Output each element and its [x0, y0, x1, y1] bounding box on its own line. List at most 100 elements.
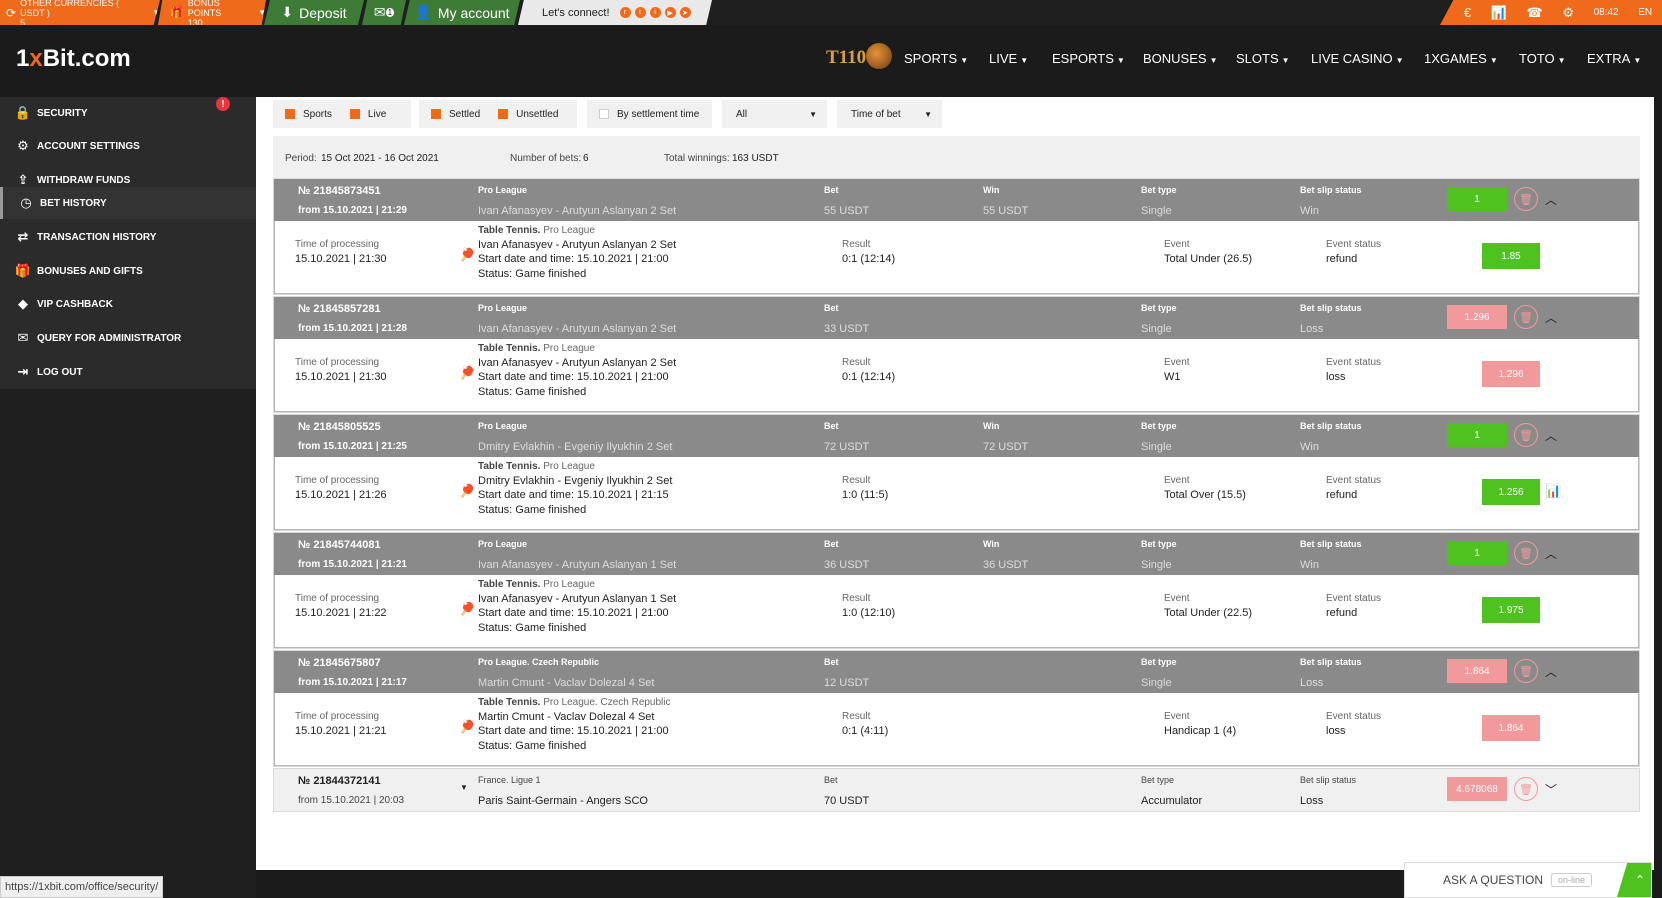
bet-header[interactable]: № 21845805525 from 15.10.2021 | 21:25 Pro … — [274, 415, 1639, 457]
trash-icon[interactable]: 🗑 — [1514, 423, 1538, 447]
bet-header[interactable]: № 21845675807 from 15.10.2021 | 21:17 Pro … — [274, 651, 1639, 693]
youtube-icon[interactable]: ▶ — [664, 7, 676, 18]
logout-icon: ⇥ — [17, 364, 29, 379]
sidebar-item-logout[interactable]: ⇥ LOG OUT — [0, 356, 256, 388]
chevron-up-icon[interactable]: ︿ — [1545, 309, 1557, 326]
detail-match: Ivan Afanasyev - Arutyun Aslanyan 2 Set — [478, 239, 677, 251]
trash-icon[interactable]: 🗑 — [1514, 187, 1538, 211]
t10-promo[interactable]: T110 — [826, 47, 866, 69]
expand-caret-icon[interactable]: ▼ — [460, 783, 468, 792]
nav-bonuses[interactable]: BONUSES ▼ — [1143, 51, 1218, 66]
deposit-label: Deposit — [299, 4, 347, 21]
chevron-down-icon[interactable]: ﹀ — [1545, 781, 1557, 798]
checkbox-live[interactable] — [349, 109, 360, 119]
event-odd-badge: 1.975 — [1482, 597, 1540, 623]
detail-match: Ivan Afanasyev - Arutyun Aslanyan 1 Set — [478, 593, 677, 605]
currencies-button[interactable]: ⟳ OTHER CURRENCIES ( USDT ) 5 ▼ — [0, 0, 160, 25]
sidebar-item-label: QUERY FOR ADMINISTRATOR — [37, 332, 182, 344]
ask-question-widget[interactable]: ASK A QUESTION on-line ⌃ — [1404, 862, 1652, 898]
chevron-down-icon: ▼ — [152, 8, 160, 17]
checkbox-settlement-time[interactable] — [599, 109, 609, 119]
envelope-icon: ✉ — [17, 330, 29, 345]
checkbox-unsettled[interactable] — [498, 109, 509, 119]
twitter-icon[interactable]: t — [634, 7, 646, 18]
slip-status-label: Bet slip status — [1300, 657, 1362, 667]
nav-live[interactable]: LIVE ▼ — [989, 51, 1028, 66]
euro-icon[interactable]: € — [1464, 5, 1471, 20]
bet-amount: 36 USDT — [824, 559, 870, 571]
period-summary: Period: 15 Oct 2021 - 16 Oct 2021 Number… — [273, 136, 1640, 178]
telegram-icon[interactable]: ➤ — [679, 7, 691, 18]
chevron-up-icon[interactable]: ⌃ — [1617, 863, 1651, 897]
sidebar-item-transactions[interactable]: ⇄ TRANSACTION HISTORY — [0, 221, 256, 253]
sidebar-item-query[interactable]: ✉ QUERY FOR ADMINISTRATOR — [0, 322, 256, 354]
stats-icon[interactable]: 📊 — [1491, 5, 1507, 21]
event-label: Event — [1164, 711, 1190, 722]
chevron-up-icon[interactable]: ︿ — [1545, 663, 1557, 680]
nav-1xgames[interactable]: 1XGAMES ▼ — [1424, 51, 1498, 66]
my-account-button[interactable]: 👤 My account — [404, 0, 520, 25]
bet-header[interactable]: № 21845744081 from 15.10.2021 | 21:21 Pro … — [274, 533, 1639, 575]
nav-live-casino[interactable]: LIVE CASINO ▼ — [1311, 51, 1404, 66]
chevron-up-icon[interactable]: ︿ — [1545, 191, 1557, 208]
result-value: 0:1 (12:14) — [842, 371, 896, 383]
sidebar-item-bet-history[interactable]: ◷ BET HISTORY — [0, 187, 256, 219]
chevron-down-icon: ▼ — [1209, 56, 1218, 65]
bet-header[interactable]: № 21845857281 from 15.10.2021 | 21:28 Pro … — [274, 297, 1639, 339]
nav-esports[interactable]: ESPORTS ▼ — [1052, 51, 1125, 66]
result-label: Result — [842, 475, 871, 486]
deposit-button[interactable]: ⬇ Deposit — [264, 0, 364, 25]
reddit-icon[interactable]: r — [619, 7, 631, 18]
sidebar-item-vip-cashback[interactable]: ◆ VIP CASHBACK — [0, 288, 256, 320]
event-value: Handicap 1 (4) — [1164, 725, 1237, 737]
chevron-down-icon: ▼ — [1489, 56, 1498, 65]
trash-icon[interactable]: 🗑 — [1514, 305, 1538, 329]
trash-icon[interactable]: 🗑 — [1514, 541, 1538, 565]
sidebar-item-bonuses[interactable]: 🎁 BONUSES AND GIFTS — [0, 255, 256, 287]
filter-time-dropdown[interactable]: Time of bet ▼ — [837, 100, 942, 128]
filter-settlement-time[interactable]: By settlement time — [587, 100, 712, 128]
result-label: Result — [842, 239, 871, 250]
messages-button[interactable]: ✉ 1 — [362, 0, 406, 25]
bet-match: Paris Saint-Germain - Angers SCO — [478, 795, 648, 807]
bar-chart-icon[interactable]: 📊 — [1545, 483, 1561, 499]
nav-slots[interactable]: SLOTS ▼ — [1236, 51, 1290, 66]
sidebar-item-label: ACCOUNT SETTINGS — [37, 140, 140, 152]
nav-sports[interactable]: SPORTS ▼ — [904, 51, 968, 66]
bet-header[interactable]: № 21844372141 from 15.10.2021 | 20:03 Fran… — [274, 769, 1639, 811]
bet-header[interactable]: № 21845873451 from 15.10.2021 | 21:29 Pro … — [274, 179, 1639, 221]
bet-odd-badge: 1 — [1447, 541, 1507, 565]
filter-all-dropdown[interactable]: All ▼ — [722, 100, 827, 128]
language-selector[interactable]: EN — [1638, 7, 1652, 18]
processing-time: 15.10.2021 | 21:26 — [295, 489, 387, 501]
checkbox-sports[interactable] — [285, 109, 295, 119]
clock-icon: ◷ — [20, 195, 32, 210]
bet-match: Dmitry Evlakhin - Evgeniy Ilyukhin 2 Set — [478, 441, 673, 453]
instagram-icon[interactable]: i — [649, 7, 661, 18]
chevron-up-icon[interactable]: ︿ — [1545, 545, 1557, 562]
sidebar-item-account-settings[interactable]: ⚙ ACCOUNT SETTINGS — [0, 130, 256, 162]
quick-icons: € 📊 ☎ ⚙ 08:42 EN — [1440, 0, 1662, 25]
bet-type-label: Bet type — [1141, 539, 1177, 549]
bonus-points-button[interactable]: 🎁 BONUS POINTS 130 ▼ — [158, 0, 266, 25]
bet-details: Time of processing 15.10.2021 | 21:22 🏓 Tab… — [274, 575, 1639, 648]
trash-icon[interactable]: 🗑 — [1514, 659, 1538, 683]
clock-time: 08:42 — [1593, 7, 1619, 18]
nav-extra[interactable]: EXTRA ▼ — [1587, 51, 1641, 66]
filter-sports-label: Sports — [303, 108, 332, 120]
logo[interactable]: 1xBit.com — [16, 45, 131, 73]
nav-toto[interactable]: TOTO ▼ — [1519, 51, 1566, 66]
trash-icon[interactable]: 🗑 — [1514, 777, 1538, 801]
processing-time-label: Time of processing — [295, 593, 380, 604]
settings-icon[interactable]: ⚙ — [1562, 5, 1574, 21]
bet-type-label: Bet type — [1141, 303, 1177, 313]
event-odd-badge: 1.864 — [1482, 715, 1540, 741]
chevron-up-icon[interactable]: ︿ — [1545, 427, 1557, 444]
checkbox-settled[interactable] — [431, 109, 441, 119]
sport-league-name: Pro League — [543, 225, 595, 236]
scrollbar[interactable] — [1654, 97, 1662, 870]
winnings-label: Total winnings: — [664, 153, 730, 164]
bet-league: Pro League — [478, 185, 528, 195]
support-icon[interactable]: ☎ — [1526, 5, 1542, 21]
diamond-icon: ◆ — [18, 296, 28, 311]
